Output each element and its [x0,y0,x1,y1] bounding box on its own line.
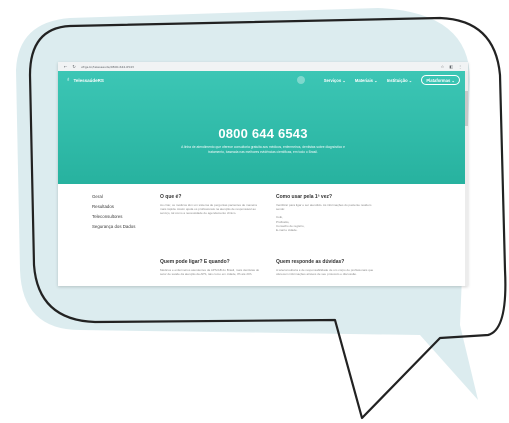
faq-sections: O que é? Ao criar, os médicos têm um sis… [160,194,376,286]
logo-text: TelessaúdeRS [73,77,104,83]
section-quem-responde: Quem responde as dúvidas? A teleconsulto… [276,259,376,286]
sidebar: Geral Resultados Teleconsultores Seguran… [58,194,160,286]
section-quem-pode-ligar: Quem pode ligar? E quando? Médicos e enf… [160,259,260,286]
back-arrow-icon[interactable]: ← [64,64,67,69]
section-title: Quem pode ligar? E quando? [160,258,230,265]
sidebar-item-teleconsultores[interactable]: Teleconsultores [92,214,160,219]
hero-banner: ♁ TelessaúdeRS Serviços ⌄ Materiais ⌄ In… [58,71,468,184]
reload-icon[interactable]: ↻ [72,64,75,69]
sidebar-item-seguranca[interactable]: Segurança dos Dados [92,224,160,229]
list-item: E-mail e cidade. [276,228,298,233]
accessibility-icon[interactable] [296,76,305,84]
section-text: Ventilizar para ligar e ser atendido. As… [276,203,372,212]
browser-window: ← ↻ ufrgs.br/telessaude/0800-644-6543 ☆ … [58,62,468,286]
section-o-que-e: O que é? Ao criar, os médicos têm um sis… [160,194,260,242]
section-text: Médicos e enfermeiros atendentes da APS/… [160,267,260,277]
section-title: Quem responde as dúvidas? [276,258,345,265]
nav-item-servicos[interactable]: Serviços ⌄ [324,78,346,83]
section-title: O que é? [160,194,182,200]
nav-item-materiais[interactable]: Materiais ⌄ [355,78,378,83]
star-icon[interactable]: ☆ [441,64,445,69]
logo-mark-icon: ♁ [66,77,71,83]
menu-icon[interactable]: ⋮ [458,64,462,69]
scrollbar-thumb[interactable] [465,91,468,126]
page-scrollbar[interactable] [465,71,468,286]
address-bar[interactable]: ← ↻ ufrgs.br/telessaude/0800-644-6543 ☆ … [58,62,468,71]
site-logo[interactable]: ♁ TelessaúdeRS [66,77,104,83]
top-navigation: ♁ TelessaúdeRS Serviços ⌄ Materiais ⌄ In… [58,71,468,89]
hero-tagline: A linha de atendimento que oferece consu… [181,145,345,154]
plataformas-button[interactable]: Plataformas ⌄ [421,75,460,85]
sidebar-item-geral[interactable]: Geral [92,194,160,199]
section-text: Ao criar, os médicos têm um sistema de p… [160,203,257,216]
sidebar-item-resultados[interactable]: Resultados [92,204,160,209]
section-title: Como usar pela 1ª vez? [276,194,333,200]
section-como-usar: Como usar pela 1ª vez? Ventilizar para l… [276,194,376,242]
nav-item-instituicao[interactable]: Instituição ⌄ [387,78,413,83]
phone-number: 0800 644 6543 [218,126,308,141]
url-text[interactable]: ufrgs.br/telessaude/0800-644-6543 [81,65,436,69]
section-text: A teleconsultoria é de responsabilidade … [276,267,374,277]
extensions-icon[interactable]: ◧ [449,64,453,69]
content-area: Geral Resultados Teleconsultores Seguran… [58,184,468,286]
